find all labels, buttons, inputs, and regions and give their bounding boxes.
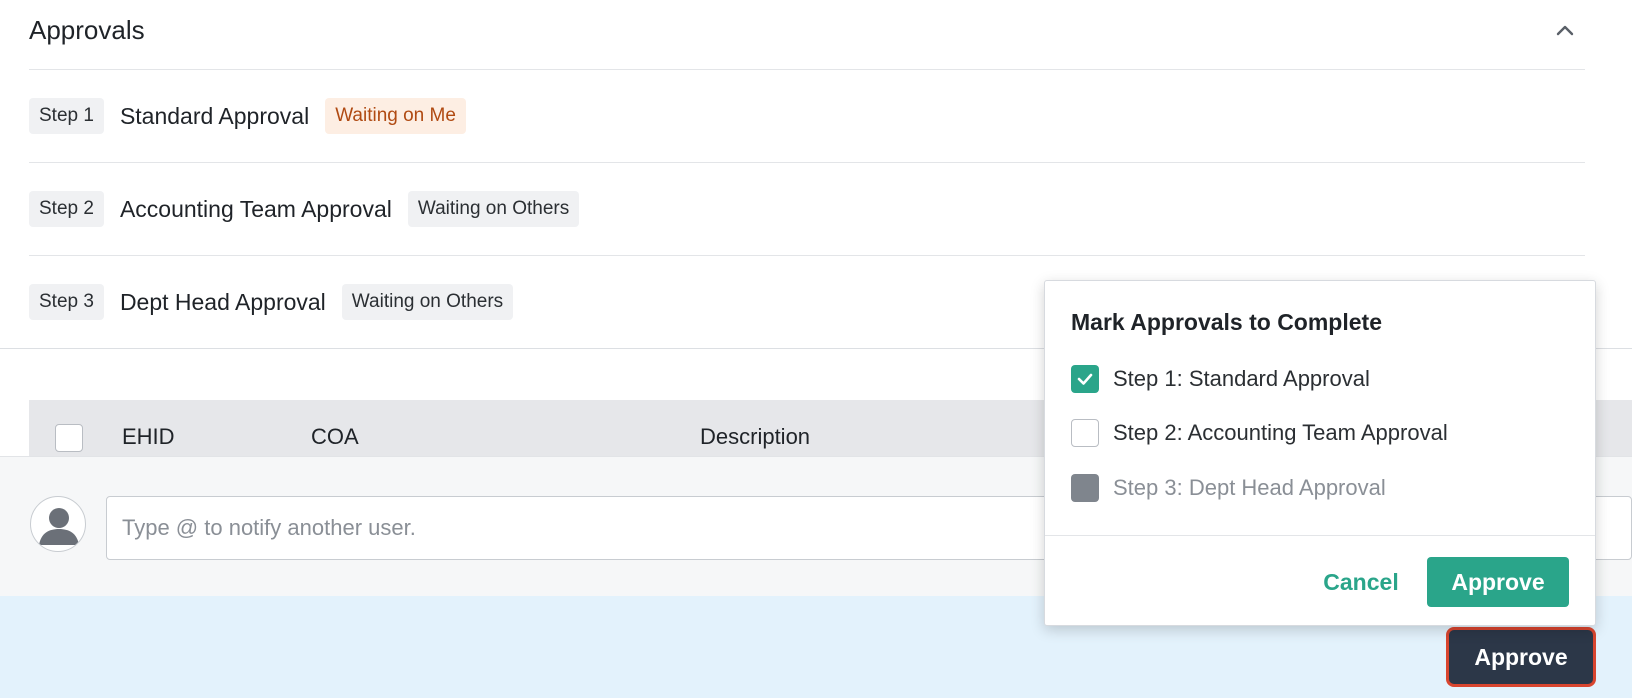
step-tag: Step 3 [29, 284, 104, 320]
approval-step-1: Step 1 Standard Approval Waiting on Me [29, 97, 466, 135]
checkbox-disabled [1071, 474, 1099, 502]
column-header-description[interactable]: Description [700, 424, 810, 450]
step-tag: Step 1 [29, 98, 104, 134]
step-tag: Step 2 [29, 191, 104, 227]
select-all-checkbox[interactable] [55, 424, 83, 452]
popover-approve-button[interactable]: Approve [1427, 557, 1569, 607]
cancel-button[interactable]: Cancel [1306, 557, 1416, 607]
approval-step-3: Step 3 Dept Head Approval Waiting on Oth… [29, 283, 514, 321]
popover-divider [1045, 535, 1595, 536]
step-name: Accounting Team Approval [119, 195, 392, 222]
popover-title: Mark Approvals to Complete [1071, 309, 1382, 335]
status-badge: Waiting on Me [325, 98, 466, 134]
option-step-1[interactable]: Step 1: Standard Approval [1071, 364, 1370, 394]
approval-step-2: Step 2 Accounting Team Approval Waiting … [29, 190, 580, 228]
user-avatar-icon [30, 496, 86, 552]
checkmark-icon [1077, 373, 1093, 385]
chevron-up-icon[interactable] [1554, 20, 1576, 42]
divider [29, 162, 1585, 163]
option-step-3: Step 3: Dept Head Approval [1071, 473, 1386, 503]
option-label: Step 2: Accounting Team Approval [1113, 420, 1448, 445]
option-step-2[interactable]: Step 2: Accounting Team Approval [1071, 418, 1448, 448]
approve-button[interactable]: Approve [1449, 630, 1593, 684]
column-header-coa[interactable]: COA [311, 424, 359, 450]
step-name: Dept Head Approval [119, 288, 326, 315]
step-name: Standard Approval [119, 102, 310, 129]
status-badge: Waiting on Others [341, 284, 514, 320]
column-header-ehid[interactable]: EHID [122, 424, 175, 450]
approvals-title: Approvals [29, 15, 145, 45]
divider [29, 69, 1585, 70]
option-label: Step 1: Standard Approval [1113, 366, 1370, 391]
checkbox-checked[interactable] [1071, 365, 1099, 393]
checkbox-unchecked[interactable] [1071, 419, 1099, 447]
option-label: Step 3: Dept Head Approval [1113, 475, 1386, 500]
status-badge: Waiting on Others [407, 191, 580, 227]
divider [29, 255, 1585, 256]
mark-approvals-popover: Mark Approvals to Complete Step 1: Stand… [1044, 280, 1596, 626]
